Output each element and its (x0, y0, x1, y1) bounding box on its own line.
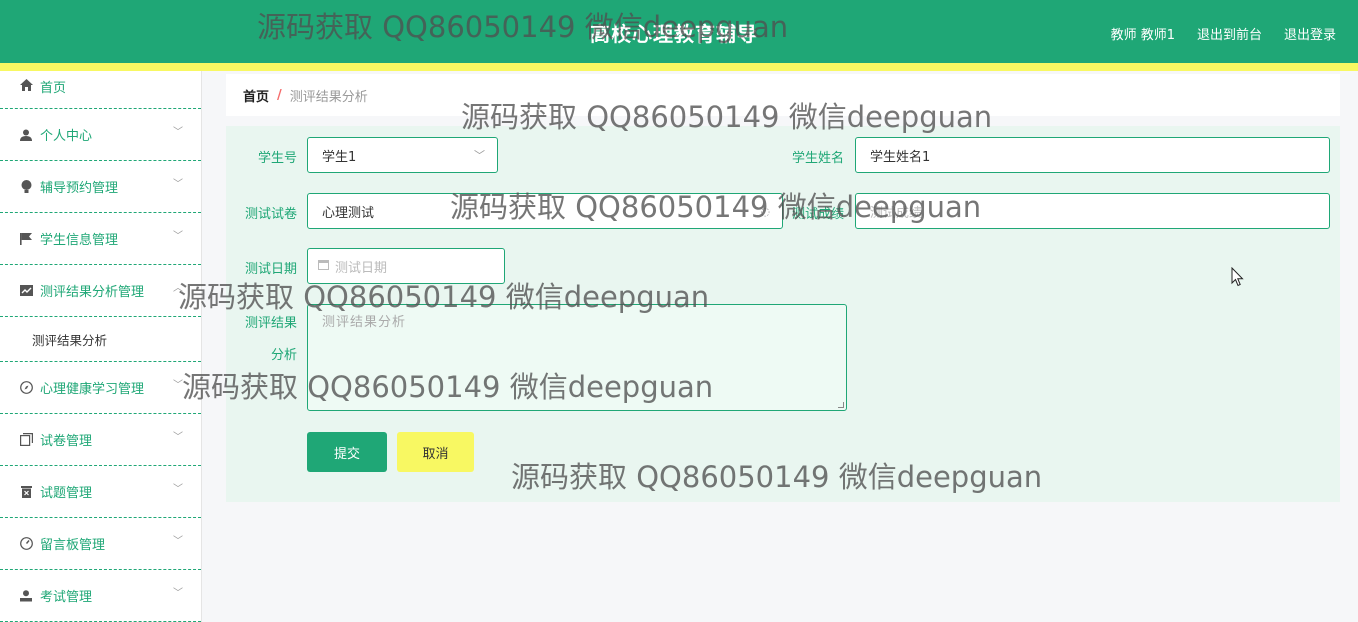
top-header: 高校心理教育辅导 教师 教师1 退出到前台 退出登录 (0, 0, 1358, 63)
sidebar-item-appointments[interactable]: 辅导预约管理 ﹀ (0, 161, 201, 213)
chevron-down-icon: ﹀ (173, 127, 183, 138)
compass-icon (18, 380, 34, 396)
chevron-down-icon: ﹀ (173, 588, 183, 599)
sidebar-item-label: 试卷管理 (40, 434, 93, 449)
form-panel: 学生号 学生1 ﹀ 学生姓名 学生姓名1 测试试卷 心理测试 ◌ 测试成绩 测试… (226, 126, 1340, 502)
sidebar-item-label: 留言板管理 (40, 538, 106, 553)
chevron-down-icon: ﹀ (173, 179, 183, 190)
user-icon (18, 127, 34, 143)
sidebar-item-learning[interactable]: 心理健康学习管理 ﹀ (0, 362, 201, 414)
date-placeholder: 测试日期 (335, 260, 388, 276)
sidebar-item-label: 试题管理 (40, 486, 93, 501)
result-placeholder: 测评结果分析 (322, 315, 407, 330)
sidebar-item-label: 心理健康学习管理 (40, 382, 145, 397)
chevron-down-icon: ﹀ (173, 432, 183, 443)
chevron-up-icon: ︿ (173, 283, 183, 294)
gauge-icon (18, 536, 34, 552)
mouse-cursor-icon (1231, 266, 1244, 290)
student-name-label: 学生姓名 (791, 151, 844, 166)
sidebar-item-label: 学生信息管理 (40, 233, 119, 248)
sidebar: 首页 个人中心 ﹀ 辅导预约管理 ﹀ 学生信息管理 ﹀ 测评结果分析管理 ︿ 测… (0, 71, 202, 622)
sidebar-item-questions[interactable]: 试题管理 ﹀ (0, 466, 201, 518)
sidebar-item-label: 首页 (40, 81, 67, 96)
copy-icon (18, 432, 34, 448)
breadcrumb-current: 测评结果分析 (289, 89, 368, 105)
sidebar-item-label: 考试管理 (40, 590, 93, 605)
chart-icon (18, 283, 34, 299)
sidebar-item-papers[interactable]: 试卷管理 ﹀ (0, 414, 201, 466)
sidebar-item-profile[interactable]: 个人中心 ﹀ (0, 109, 201, 161)
date-label: 测试日期 (244, 262, 297, 277)
breadcrumb: 首页 / 测评结果分析 (226, 74, 1340, 116)
cancel-button[interactable]: 取消 (397, 432, 474, 472)
chevron-down-icon: ﹀ (173, 380, 183, 391)
trash-icon (18, 484, 34, 500)
date-picker[interactable]: 测试日期 (307, 248, 505, 284)
result-label-line2: 分析 (270, 348, 297, 363)
student-no-value: 学生1 (322, 149, 357, 165)
logout-link[interactable]: 退出登录 (1284, 24, 1336, 43)
sidebar-item-exams[interactable]: 考试管理 ﹀ (0, 570, 201, 622)
submit-button[interactable]: 提交 (307, 432, 387, 472)
back-to-front-link[interactable]: 退出到前台 (1197, 24, 1262, 43)
sidebar-item-students[interactable]: 学生信息管理 ﹀ (0, 213, 201, 265)
flag-icon (18, 231, 34, 247)
chevron-down-icon: ﹀ (173, 484, 183, 495)
home-icon (18, 77, 34, 93)
sidebar-subitem-assessment-analysis[interactable]: 测评结果分析 (0, 317, 201, 362)
paper-field[interactable]: 心理测试 ◌ (307, 193, 783, 229)
sidebar-item-home[interactable]: 首页 (0, 71, 201, 109)
person-icon (18, 588, 34, 604)
student-no-select[interactable]: 学生1 ﹀ (307, 137, 498, 173)
sidebar-item-label: 辅导预约管理 (40, 181, 119, 196)
chevron-down-icon: ﹀ (474, 149, 485, 162)
paper-value: 心理测试 (322, 205, 375, 221)
score-placeholder: 测试成绩 (870, 205, 923, 221)
score-field[interactable]: 测试成绩 (855, 193, 1330, 229)
chevron-down-icon: ﹀ (173, 536, 183, 547)
sidebar-item-label: 测评结果分析管理 (40, 285, 145, 300)
site-title: 高校心理教育辅导 (590, 22, 758, 46)
result-label-line1: 测评结果 (244, 316, 297, 331)
sidebar-item-messages[interactable]: 留言板管理 ﹀ (0, 518, 201, 570)
result-analysis-textarea[interactable]: 测评结果分析 (307, 304, 847, 411)
chevron-down-icon: ﹀ (173, 231, 183, 242)
breadcrumb-home[interactable]: 首页 (243, 86, 269, 105)
calendar-icon (318, 259, 329, 274)
paper-label: 测试试卷 (244, 207, 297, 222)
sidebar-item-assessment[interactable]: 测评结果分析管理 ︿ (0, 265, 201, 317)
score-label: 测试成绩 (791, 207, 844, 222)
sidebar-subitem-label: 测评结果分析 (32, 332, 108, 348)
student-name-field[interactable]: 学生姓名1 (855, 137, 1330, 173)
sidebar-item-label: 个人中心 (40, 129, 93, 144)
bulb-icon (18, 179, 34, 195)
current-user: 教师 教师1 (1110, 28, 1175, 43)
resize-handle[interactable] (838, 402, 844, 408)
clear-icon[interactable]: ◌ (760, 205, 770, 218)
student-name-value: 学生姓名1 (870, 149, 931, 165)
header-accent-stripe (0, 63, 1358, 71)
student-no-label: 学生号 (257, 151, 297, 166)
breadcrumb-separator: / (277, 87, 282, 103)
top-links: 教师 教师1 退出到前台 退出登录 (1111, 24, 1336, 43)
